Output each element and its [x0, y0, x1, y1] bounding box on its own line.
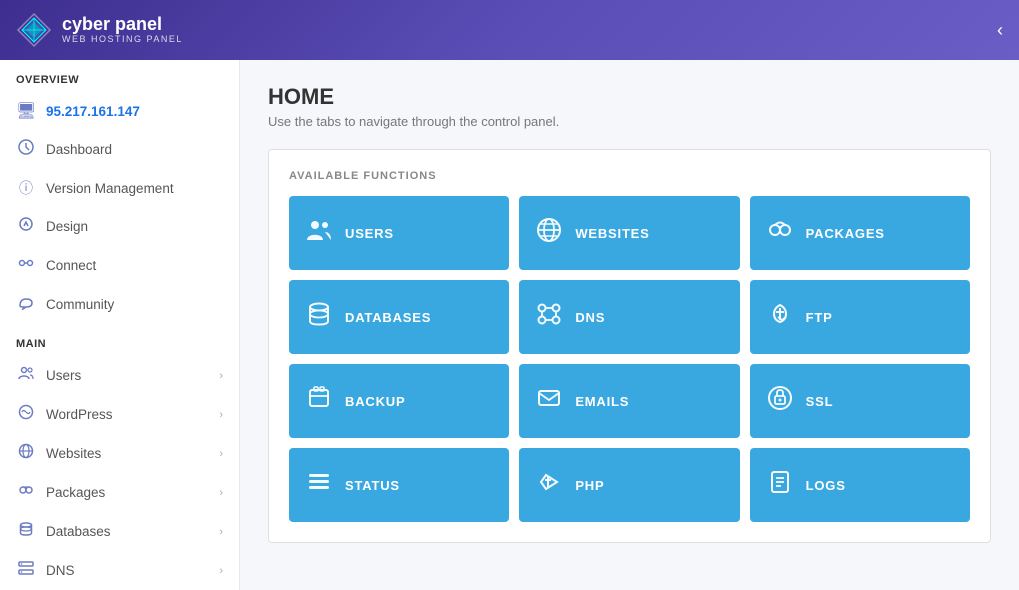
databases-func-label: DATABASES [345, 310, 431, 325]
packages-func-label: PACKAGES [806, 226, 885, 241]
sidebar-item-dashboard[interactable]: Dashboard [0, 130, 239, 169]
version-management-label: Version Management [46, 181, 223, 196]
page-subtitle: Use the tabs to navigate through the con… [268, 114, 991, 129]
backup-func-label: BACKUP [345, 394, 405, 409]
brand-name: cyber panel [62, 15, 183, 35]
php-func-icon [535, 468, 563, 502]
ftp-func-label: FTP [806, 310, 833, 325]
design-label: Design [46, 219, 223, 234]
ftp-function-button[interactable]: FTP [750, 280, 970, 354]
emails-function-button[interactable]: EMAILS [519, 364, 739, 438]
sidebar-item-websites[interactable]: Websites › [0, 434, 239, 473]
sidebar-item-design[interactable]: Design [0, 207, 239, 246]
dns-icon [16, 560, 36, 581]
wordpress-icon [16, 404, 36, 425]
monitor-icon: 🖥 [16, 101, 36, 121]
dns-function-button[interactable]: DNS [519, 280, 739, 354]
logo-icon [16, 12, 52, 48]
sidebar: OVERVIEW 🖥 95.217.161.147 Dashboard ⓘ Ve… [0, 60, 240, 590]
header: cyber panel WEB HOSTING PANEL ‹ [0, 0, 1019, 60]
websites-label: Websites [46, 446, 209, 461]
packages-chevron-icon: › [219, 487, 223, 499]
emails-func-label: EMAILS [575, 394, 629, 409]
community-label: Community [46, 297, 223, 312]
websites-icon [16, 443, 36, 464]
dashboard-icon [16, 139, 36, 160]
sidebar-item-wordpress[interactable]: WordPress › [0, 395, 239, 434]
sidebar-item-users[interactable]: Users › [0, 356, 239, 395]
logo-text: cyber panel WEB HOSTING PANEL [62, 15, 183, 45]
dns-chevron-icon: › [219, 565, 223, 577]
websites-function-button[interactable]: WEBSITES [519, 196, 739, 270]
wordpress-label: WordPress [46, 407, 209, 422]
dns-func-label: DNS [575, 310, 605, 325]
status-func-icon [305, 468, 333, 502]
main-content: HOME Use the tabs to navigate through th… [240, 60, 1019, 590]
users-function-button[interactable]: USERS [289, 196, 509, 270]
ftp-func-icon [766, 300, 794, 334]
dns-label: DNS [46, 563, 209, 578]
backup-func-icon [305, 384, 333, 418]
layout: OVERVIEW 🖥 95.217.161.147 Dashboard ⓘ Ve… [0, 60, 1019, 590]
databases-func-icon [305, 300, 333, 334]
brand-sub: WEB HOSTING PANEL [62, 35, 183, 45]
main-section-label: MAIN [0, 324, 239, 356]
sidebar-item-dns[interactable]: DNS › [0, 551, 239, 590]
php-func-label: PHP [575, 478, 604, 493]
status-func-label: STATUS [345, 478, 400, 493]
functions-grid: USERS WEBSITES PACKAGES [289, 196, 970, 522]
sidebar-item-community[interactable]: Community [0, 285, 239, 324]
server-ip: 95.217.161.147 [46, 104, 223, 119]
community-icon [16, 294, 36, 315]
info-icon: ⓘ [16, 178, 36, 198]
design-icon [16, 216, 36, 237]
logs-func-icon [766, 468, 794, 502]
databases-icon [16, 521, 36, 542]
sidebar-toggle-button[interactable]: ‹ [997, 20, 1003, 41]
sidebar-item-version-management[interactable]: ⓘ Version Management [0, 169, 239, 207]
databases-function-button[interactable]: DATABASES [289, 280, 509, 354]
packages-icon [16, 482, 36, 503]
wordpress-chevron-icon: › [219, 409, 223, 421]
users-func-icon [305, 216, 333, 250]
users-label: Users [46, 368, 209, 383]
dashboard-label: Dashboard [46, 142, 223, 157]
dns-func-icon [535, 300, 563, 334]
connect-icon [16, 255, 36, 276]
logo-area: cyber panel WEB HOSTING PANEL [16, 12, 183, 48]
sidebar-item-server-ip[interactable]: 🖥 95.217.161.147 [0, 92, 239, 130]
overview-section-label: OVERVIEW [0, 60, 239, 92]
sidebar-item-connect[interactable]: Connect [0, 246, 239, 285]
websites-func-label: WEBSITES [575, 226, 649, 241]
users-func-label: USERS [345, 226, 394, 241]
websites-func-icon [535, 216, 563, 250]
users-chevron-icon: › [219, 370, 223, 382]
ssl-func-label: SSL [806, 394, 834, 409]
page-title: HOME [268, 84, 991, 110]
sidebar-item-databases[interactable]: Databases › [0, 512, 239, 551]
databases-label: Databases [46, 524, 209, 539]
packages-label: Packages [46, 485, 209, 500]
logs-function-button[interactable]: LOGS [750, 448, 970, 522]
databases-chevron-icon: › [219, 526, 223, 538]
php-function-button[interactable]: PHP [519, 448, 739, 522]
ssl-function-button[interactable]: SSL [750, 364, 970, 438]
websites-chevron-icon: › [219, 448, 223, 460]
connect-label: Connect [46, 258, 223, 273]
packages-func-icon [766, 216, 794, 250]
backup-function-button[interactable]: BACKUP [289, 364, 509, 438]
sidebar-item-packages[interactable]: Packages › [0, 473, 239, 512]
functions-panel: AVAILABLE FUNCTIONS USERS WEBSITES [268, 149, 991, 543]
users-icon [16, 365, 36, 386]
logs-func-label: LOGS [806, 478, 846, 493]
packages-function-button[interactable]: PACKAGES [750, 196, 970, 270]
ssl-func-icon [766, 384, 794, 418]
status-function-button[interactable]: STATUS [289, 448, 509, 522]
functions-label: AVAILABLE FUNCTIONS [289, 170, 970, 182]
emails-func-icon [535, 384, 563, 418]
